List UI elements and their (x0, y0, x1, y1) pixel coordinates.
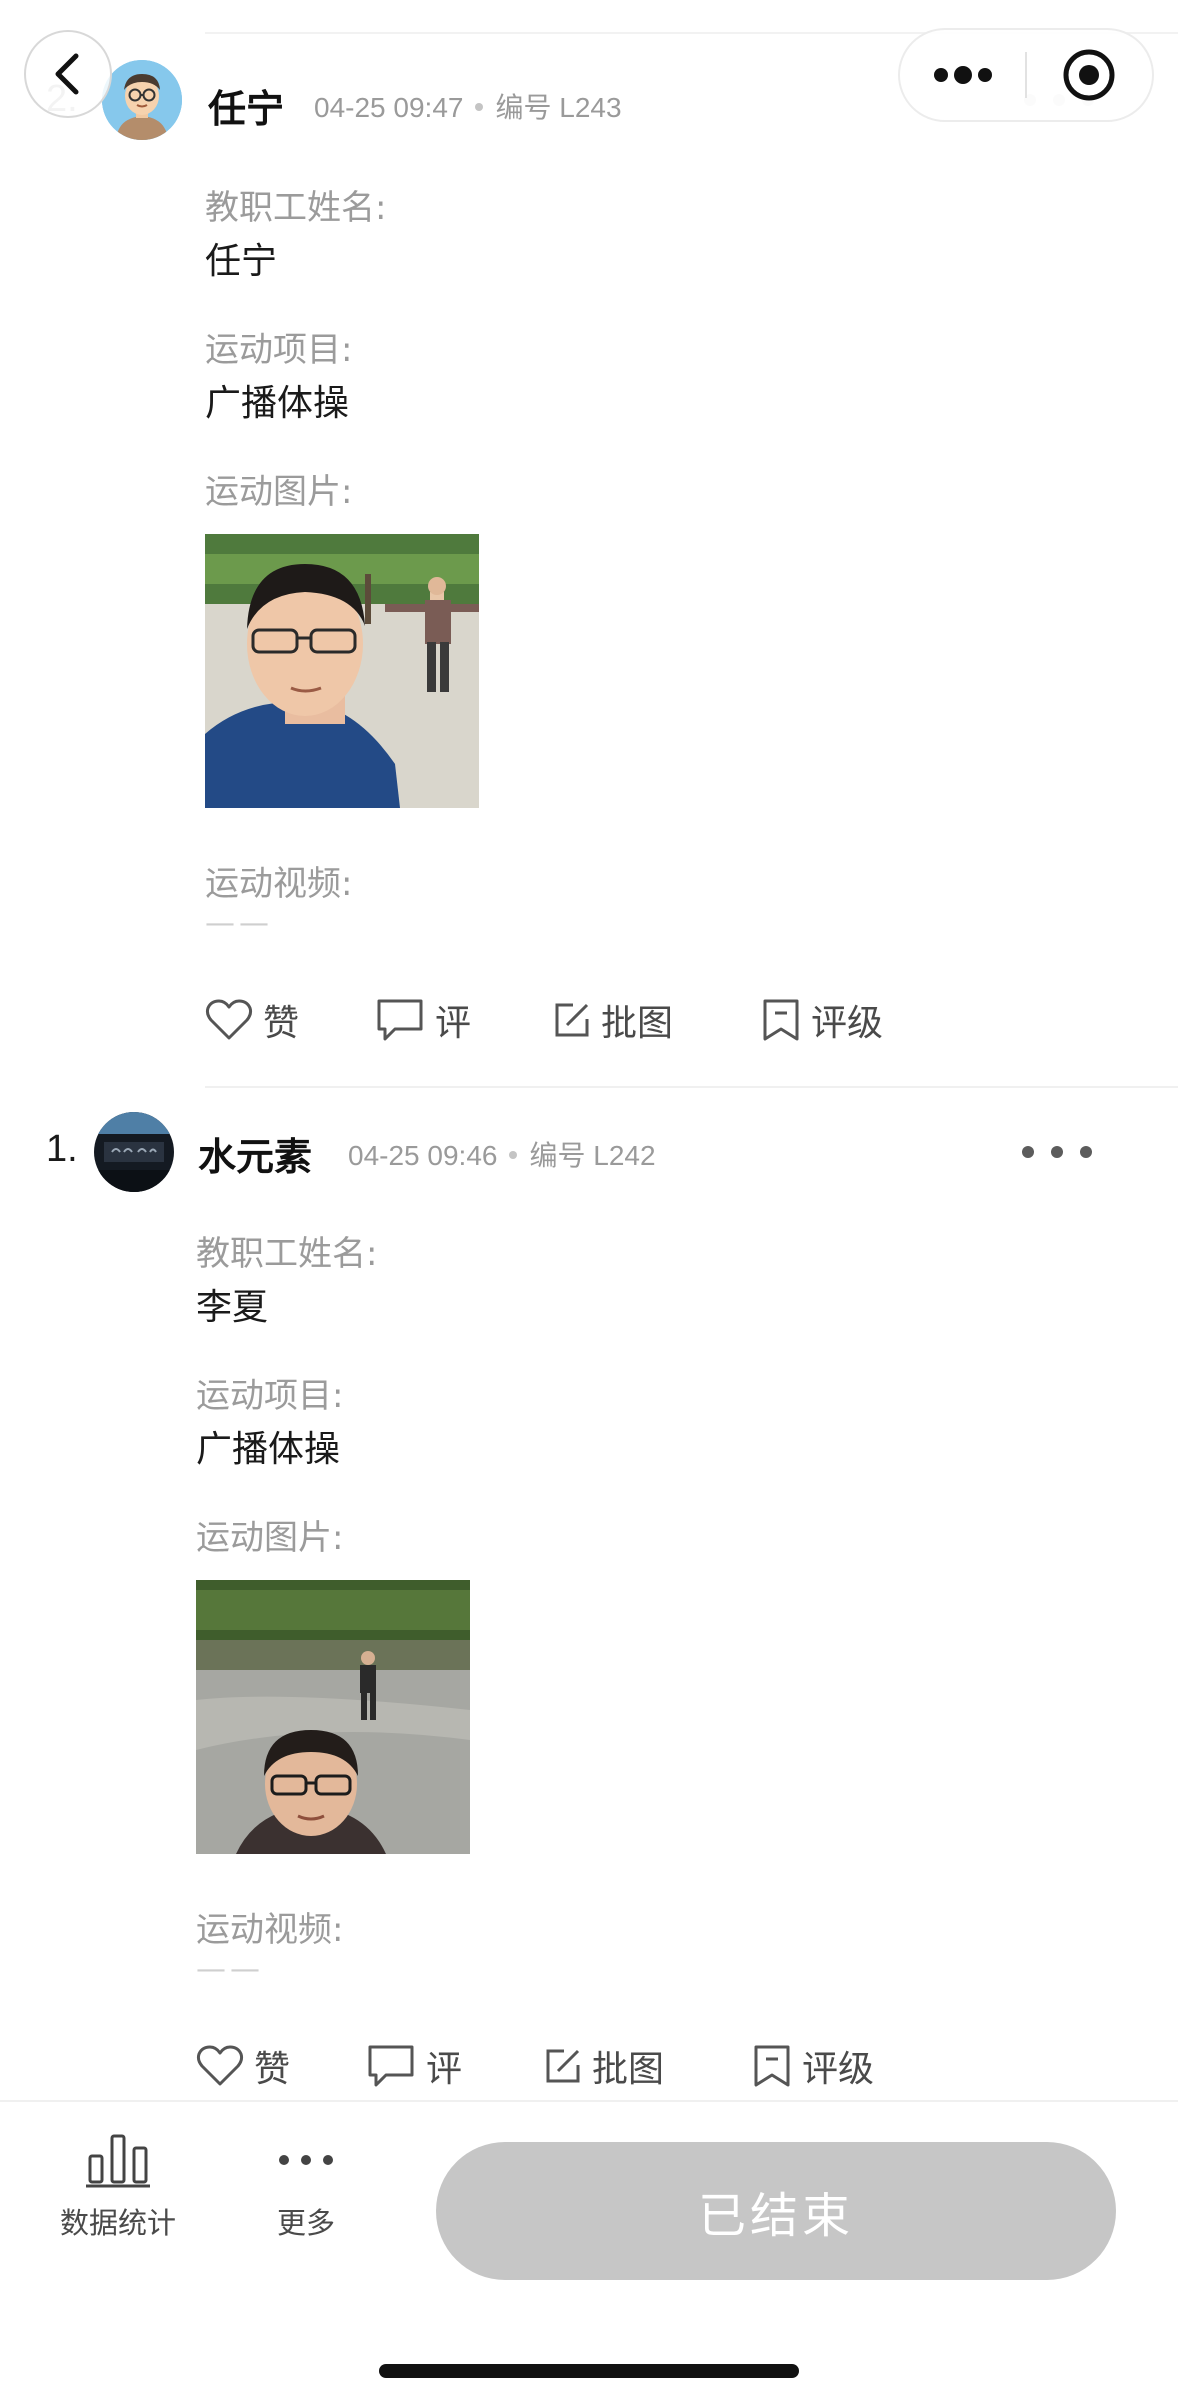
heart-icon (205, 999, 253, 1040)
bottom-toolbar: 数据统计 更多 已结束 (0, 2100, 1178, 2382)
comment-label: 评 (435, 1003, 472, 1044)
record-target-icon (1063, 49, 1115, 101)
field-value-video: —— (205, 906, 273, 941)
field-label-staff-name: 教职工姓名: (196, 1234, 378, 1274)
field-value-sport: 广播体操 (205, 383, 350, 424)
edit-icon (555, 1003, 589, 1037)
avatar[interactable] (102, 60, 182, 140)
ended-button[interactable]: 已结束 (436, 2142, 1116, 2280)
comment-button[interactable]: 评 (375, 990, 471, 1050)
post-header: 1. 水元素 04-25 09:46 编号 L242 (0, 1104, 1178, 1204)
field-label-sport: 运动项目: (196, 1376, 344, 1416)
annotate-label: 批图 (592, 2049, 665, 2090)
post-rank: 1. (46, 1128, 78, 1170)
exercise-photo[interactable] (196, 1580, 470, 1854)
post-divider (205, 1086, 1178, 1088)
separator-dot (475, 102, 484, 111)
more-label: 更多 (276, 2206, 335, 2240)
comment-icon (368, 2045, 414, 2087)
menu-button[interactable] (900, 30, 1025, 120)
field-value-video: —— (196, 1952, 264, 1987)
post-actions: 赞 评 批图 评级 (196, 2036, 956, 2096)
like-button[interactable]: 赞 (196, 2036, 290, 2096)
like-button[interactable]: 赞 (205, 990, 299, 1050)
field-value-staff-name: 李夏 (196, 1287, 269, 1328)
more-tab[interactable]: 更多 (256, 2130, 356, 2242)
mini-program-capsule (898, 28, 1154, 122)
post-card: 1. 水元素 04-25 09:46 编号 L242 教职工姓名: 李夏 运动项目… (0, 1104, 1178, 2104)
field-label-photo: 运动图片: (205, 472, 353, 512)
field-value-sport: 广播体操 (196, 1429, 341, 1470)
post-meta: 04-25 09:46 编号 L242 (348, 1134, 656, 1174)
post-username[interactable]: 任宁 (208, 78, 284, 133)
post-time: 04-25 09:47 (314, 92, 464, 123)
rate-button[interactable]: 评级 (752, 2036, 874, 2096)
post-card: 2. 任宁 04-25 09:47编号 L243 教职工姓名: 任宁 运动项目:… (0, 50, 1178, 1080)
bookmark-icon (754, 2045, 790, 2087)
like-label: 赞 (254, 2049, 291, 2090)
bar-chart-icon (86, 2134, 150, 2188)
post-more-icon[interactable] (1022, 1132, 1092, 1172)
comment-button[interactable]: 评 (366, 2036, 462, 2096)
field-label-sport: 运动项目: (205, 330, 353, 370)
field-value-staff-name: 任宁 (205, 241, 278, 282)
field-label-photo: 运动图片: (196, 1518, 344, 1558)
rate-button[interactable]: 评级 (761, 990, 883, 1050)
field-label-staff-name: 教职工姓名: (205, 188, 387, 228)
comment-label: 评 (426, 2049, 463, 2090)
stats-label: 数据统计 (59, 2206, 176, 2240)
field-label-video: 运动视频: (196, 1910, 344, 1950)
rate-label: 评级 (802, 2049, 875, 2090)
rate-label: 评级 (811, 1003, 884, 1044)
post-username[interactable]: 水元素 (198, 1126, 312, 1181)
annotate-button[interactable]: 批图 (553, 990, 673, 1050)
chevron-left-icon (55, 53, 79, 95)
home-indicator (379, 2364, 799, 2378)
avatar[interactable] (94, 1112, 174, 1192)
more-dots-icon (933, 66, 992, 84)
like-label: 赞 (263, 1003, 300, 1044)
post-code: 编号 L242 (529, 1140, 656, 1171)
separator-dot (509, 1150, 518, 1159)
post-time: 04-25 09:46 (348, 1140, 498, 1171)
comment-icon (377, 999, 423, 1041)
edit-icon (546, 2049, 580, 2083)
annotate-label: 批图 (601, 1003, 674, 1044)
bookmark-icon (763, 999, 799, 1041)
annotate-button[interactable]: 批图 (544, 2036, 664, 2096)
back-button[interactable] (24, 30, 112, 118)
post-code: 编号 L243 (495, 92, 622, 123)
exercise-photo[interactable] (205, 534, 479, 808)
stats-tab[interactable]: 数据统计 (58, 2130, 178, 2242)
post-meta: 04-25 09:47 编号 L243 (314, 86, 622, 126)
close-button[interactable] (1027, 30, 1152, 120)
more-horizontal-icon (279, 2155, 333, 2165)
heart-icon (196, 2045, 244, 2086)
post-actions: 赞 评 批图 评级 (205, 990, 965, 1050)
field-label-video: 运动视频: (205, 864, 353, 904)
